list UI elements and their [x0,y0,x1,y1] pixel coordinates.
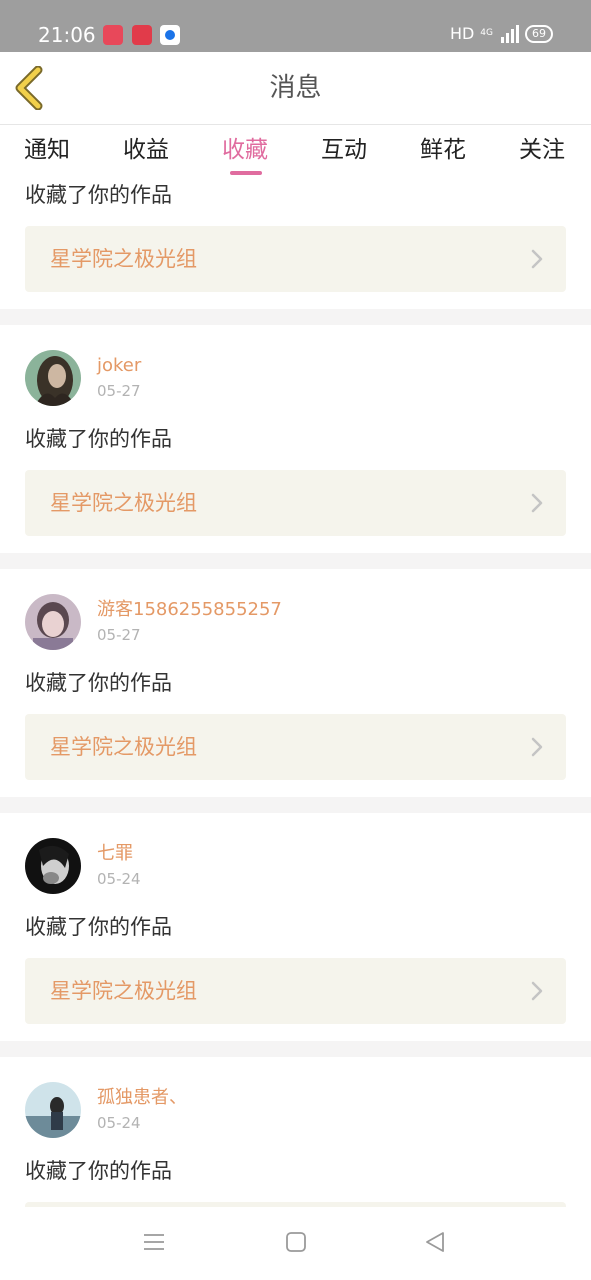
action-text: 收藏了你的作品 [25,671,172,695]
battery-icon: 69 [525,24,553,43]
username[interactable]: joker [97,354,141,378]
work-link[interactable]: 星学院之极光组 [25,958,566,1024]
work-title: 星学院之极光组 [50,491,197,515]
action-text: 收藏了你的作品 [25,427,172,451]
notification-card: 七罪 05-24 收藏了你的作品 星学院之极光组 [0,813,591,1040]
card-separator [0,553,591,569]
action-text: 收藏了你的作品 [25,915,172,939]
action-text: 收藏了你的作品 [25,1159,172,1183]
avatar[interactable] [25,1082,81,1138]
back-triangle-icon[interactable] [424,1231,446,1253]
notification-card: 孤独患者、 05-24 收藏了你的作品 [0,1057,591,1207]
work-link[interactable]: 星学院之极光组 [25,714,566,780]
signal-icon [501,24,519,43]
video-app-icon [103,25,123,45]
avatar[interactable] [25,838,81,894]
status-time: 21:06 [38,23,96,47]
date: 05-27 [97,626,141,644]
notification-card: 收藏了你的作品 星学院之极光组 [0,177,591,307]
tab-bar: 通知 收益 收藏 互动 鲜花 关注 [0,125,591,177]
username[interactable]: 孤独患者、 [97,1086,187,1110]
card-separator [0,797,591,813]
hd-indicator: HD [449,24,475,43]
active-tab-indicator [230,171,262,175]
username[interactable]: 七罪 [97,842,133,866]
tab-follow[interactable]: 关注 [519,133,565,167]
avatar-image [25,350,81,406]
avatar-image [25,838,81,894]
date: 05-24 [97,1114,141,1132]
nav-bar: 消息 [0,52,591,125]
chevron-right-icon [531,493,543,513]
avatar-image [25,1082,81,1138]
system-nav-bar [0,1207,591,1280]
work-title: 星学院之极光组 [50,735,197,759]
work-link[interactable]: 星学院之极光组 [25,470,566,536]
card-separator [0,1041,591,1057]
status-bar: 21:06 HD 4G 69 [0,0,591,52]
menu-icon[interactable] [143,1231,165,1253]
tab-notice[interactable]: 通知 [24,133,70,167]
page-title: 消息 [269,73,322,103]
work-link[interactable]: 星学院之极光组 [25,226,566,292]
chevron-right-icon [531,981,543,1001]
tab-favorites[interactable]: 收藏 [222,133,268,167]
work-title: 星学院之极光组 [50,979,197,1003]
network-type: 4G [480,28,493,38]
avatar-image [25,594,81,650]
avatar[interactable] [25,594,81,650]
tab-flowers[interactable]: 鲜花 [420,133,466,167]
home-icon[interactable] [285,1231,307,1253]
username[interactable]: 游客1586255855257 [97,598,282,622]
tab-earnings[interactable]: 收益 [123,133,169,167]
notification-card: 游客1586255855257 05-27 收藏了你的作品 星学院之极光组 [0,569,591,796]
status-indicators: HD 4G 69 [450,24,553,43]
card-separator [0,309,591,325]
date: 05-24 [97,870,141,888]
avatar[interactable] [25,350,81,406]
notification-list[interactable]: 收藏了你的作品 星学院之极光组 joker 05-27 收藏了你的作品 星学院之… [0,177,591,1207]
media-app-icon [132,25,152,45]
work-title: 星学院之极光组 [50,247,197,271]
notification-card: joker 05-27 收藏了你的作品 星学院之极光组 [0,325,591,552]
browser-app-icon [160,25,180,45]
tab-interaction[interactable]: 互动 [321,133,367,167]
date: 05-27 [97,382,141,400]
chevron-right-icon [531,737,543,757]
chevron-right-icon [531,249,543,269]
action-text: 收藏了你的作品 [25,183,172,207]
